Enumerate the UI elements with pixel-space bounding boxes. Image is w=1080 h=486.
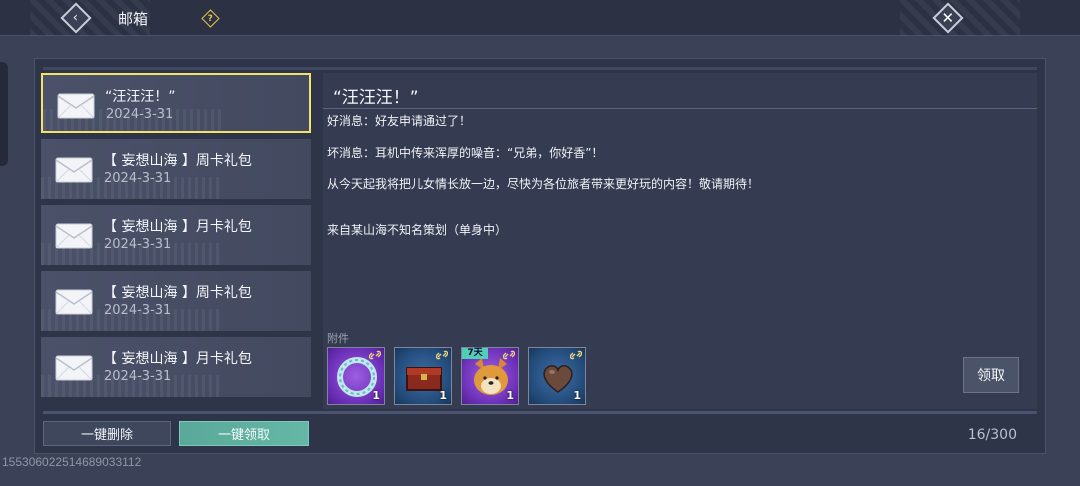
- user-id: 1553060225146890331​12: [2, 455, 142, 469]
- divider: [323, 108, 1037, 109]
- mail-list-item[interactable]: 【 妄想山海 】周卡礼包 2024-3-31: [41, 139, 311, 199]
- mail-body-line: 从今天起我将把儿女情长放一边，尽快为各位旅者带来更好玩的内容！敬请期待！: [327, 177, 760, 191]
- attachment-count: 1: [506, 389, 514, 402]
- claim-all-button[interactable]: 一键领取: [179, 421, 309, 446]
- chain-link-icon: [503, 350, 515, 360]
- duration-tag: 7天: [462, 348, 488, 359]
- attachments-label: 附件: [327, 332, 349, 345]
- attachment-slot[interactable]: 1: [327, 347, 385, 405]
- mail-subject: “汪汪汪！”: [105, 89, 176, 105]
- mailbox-panel: “汪汪汪！” 2024-3-31 【 妄想山海 】周卡礼包 2024-3-31 【 妄想…: [34, 58, 1046, 454]
- attachment-slot[interactable]: 7天 1: [461, 347, 519, 405]
- envelope-icon: [55, 223, 93, 249]
- mail-body-line: 好消息：好友申请通过了！: [327, 114, 472, 128]
- page-title: 邮箱: [118, 10, 149, 28]
- back-arrow-icon: ‹: [73, 10, 79, 26]
- envelope-icon: [55, 157, 93, 183]
- chain-link-icon: [570, 350, 582, 360]
- mail-list-item[interactable]: 【 妄想山海 】月卡礼包 2024-3-31: [41, 337, 311, 397]
- mail-count: 16/300: [967, 427, 1017, 443]
- question-icon[interactable]: ?: [200, 8, 220, 28]
- top-bar: ‹ 邮箱 ? ✕: [0, 0, 1080, 36]
- mail-list: “汪汪汪！” 2024-3-31 【 妄想山海 】周卡礼包 2024-3-31 【 妄想…: [41, 73, 311, 403]
- mail-date: 2024-3-31: [104, 369, 172, 384]
- mail-list-item[interactable]: 【 妄想山海 】月卡礼包 2024-3-31: [41, 205, 311, 265]
- attachments-row: 1 1 7天 1 1: [327, 347, 586, 405]
- attachment-count: 1: [439, 389, 447, 402]
- attachment-slot[interactable]: 1: [394, 347, 452, 405]
- close-x-icon: ✕: [941, 8, 955, 27]
- chain-link-icon: [436, 350, 448, 360]
- attachment-slot[interactable]: 1: [528, 347, 586, 405]
- mail-subject: 【 妄想山海 】月卡礼包: [103, 219, 252, 235]
- attachment-count: 1: [372, 389, 380, 402]
- attachment-count: 1: [573, 389, 581, 402]
- mail-subject: 【 妄想山海 】周卡礼包: [103, 153, 252, 169]
- mail-date: 2024-3-31: [104, 171, 172, 186]
- mail-list-item[interactable]: 【 妄想山海 】周卡礼包 2024-3-31: [41, 271, 311, 331]
- back-button[interactable]: ‹: [60, 2, 92, 34]
- mail-date: 2024-3-31: [104, 303, 172, 318]
- mail-body-line: 坏消息：耳机中传来浑厚的噪音：“兄弟，你好香”！: [327, 146, 604, 160]
- mail-date: 2024-3-31: [106, 107, 174, 122]
- delete-all-button[interactable]: 一键删除: [43, 421, 171, 446]
- chain-link-icon: [369, 350, 381, 360]
- mail-date: 2024-3-31: [104, 237, 172, 252]
- close-button[interactable]: ✕: [930, 2, 966, 34]
- claim-button[interactable]: 领取: [963, 357, 1019, 393]
- side-drawer-handle[interactable]: [0, 62, 8, 166]
- envelope-icon: [57, 93, 95, 119]
- divider: [43, 411, 1037, 414]
- envelope-icon: [55, 355, 93, 381]
- mail-detail-title: “汪汪汪！”: [333, 88, 419, 108]
- mail-detail: “汪汪汪！” 好消息：好友申请通过了！ 坏消息：耳机中传来浑厚的噪音：“兄弟，你…: [323, 73, 1037, 409]
- mail-subject: 【 妄想山海 】周卡礼包: [103, 285, 252, 301]
- mail-list-item[interactable]: “汪汪汪！” 2024-3-31: [41, 73, 311, 133]
- divider: [43, 67, 1037, 70]
- mail-subject: 【 妄想山海 】月卡礼包: [103, 351, 252, 367]
- envelope-icon: [55, 289, 93, 315]
- mail-signature: 来自某山海不知名策划（单身中）: [327, 223, 508, 237]
